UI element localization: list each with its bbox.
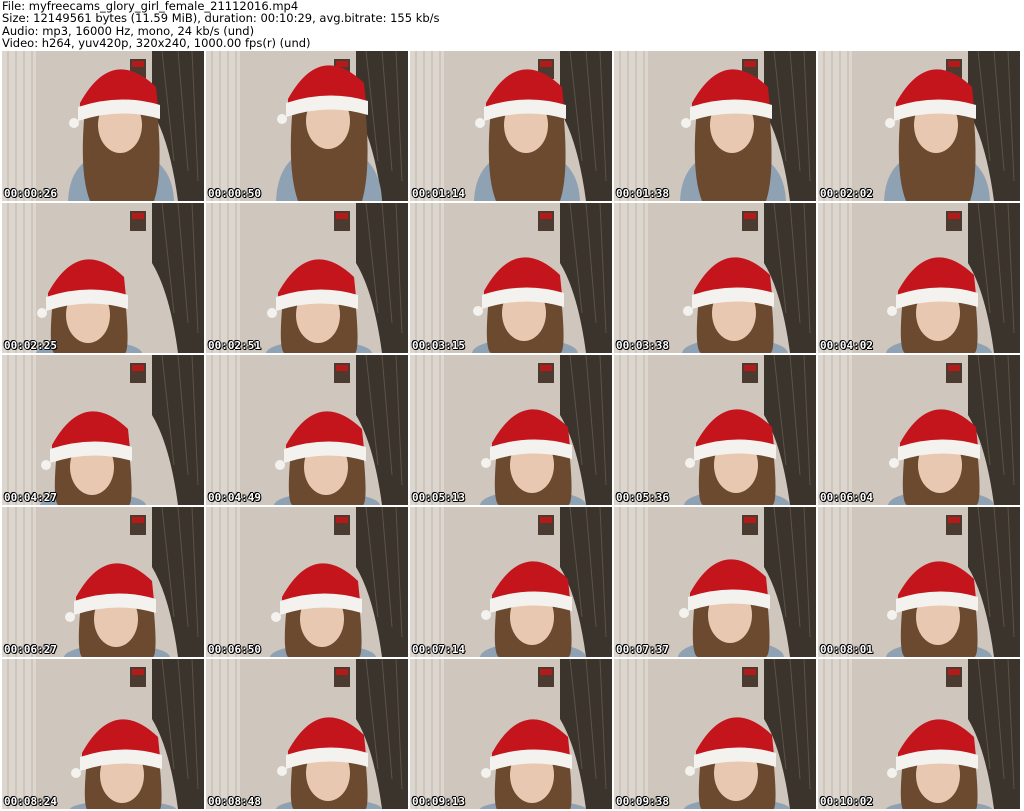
video-thumbnail: 00:06:04 (818, 355, 1020, 505)
thumbnail-frame-image (818, 203, 1020, 353)
thumbnail-timestamp: 00:06:27 (4, 643, 57, 656)
video-thumbnail: 00:04:02 (818, 203, 1020, 353)
video-thumbnail: 00:02:02 (818, 51, 1020, 201)
thumbnail-timestamp: 00:10:02 (820, 795, 873, 808)
video-thumbnail: 00:01:38 (614, 51, 816, 201)
thumbnail-frame-image (818, 355, 1020, 505)
thumbnail-timestamp: 00:01:14 (412, 187, 465, 200)
thumbnail-frame-image (410, 51, 612, 201)
thumbnail-frame-image (410, 659, 612, 809)
thumbnail-frame-image (818, 659, 1020, 809)
thumbnail-frame-image (410, 355, 612, 505)
video-thumbnail: 00:09:13 (410, 659, 612, 809)
thumbnail-frame-image (2, 659, 204, 809)
thumbnail-frame-image (206, 203, 408, 353)
video-thumbnail: 00:01:14 (410, 51, 612, 201)
thumbnail-timestamp: 00:01:38 (616, 187, 669, 200)
video-thumbnail: 00:02:25 (2, 203, 204, 353)
thumbnail-frame-image (614, 659, 816, 809)
thumbnail-timestamp: 00:04:27 (4, 491, 57, 504)
video-thumbnail: 00:00:50 (206, 51, 408, 201)
video-thumbnail: 00:08:48 (206, 659, 408, 809)
file-size-line: Size: 12149561 bytes (11.59 MiB), durati… (2, 11, 440, 26)
thumbnail-timestamp: 00:04:02 (820, 339, 873, 352)
video-thumbnail: 00:04:49 (206, 355, 408, 505)
thumbnail-frame-image (614, 507, 816, 657)
thumbnail-timestamp: 00:08:01 (820, 643, 873, 656)
thumbnail-grid: 00:00:26 00:00:50 00:01:14 00:01:38 00:02:02… (2, 51, 1022, 811)
thumbnail-timestamp: 00:00:26 (4, 187, 57, 200)
thumbnail-timestamp: 00:09:13 (412, 795, 465, 808)
video-thumbnail: 00:06:27 (2, 507, 204, 657)
thumbnail-frame-image (206, 507, 408, 657)
thumbnail-timestamp: 00:08:24 (4, 795, 57, 808)
video-thumbnail: 00:08:24 (2, 659, 204, 809)
thumbnail-timestamp: 00:04:49 (208, 491, 261, 504)
thumbnail-timestamp: 00:09:38 (616, 795, 669, 808)
thumbnail-frame-image (2, 507, 204, 657)
thumbnail-frame-image (614, 203, 816, 353)
video-thumbnail: 00:03:15 (410, 203, 612, 353)
thumbnail-timestamp: 00:03:15 (412, 339, 465, 352)
thumbnail-timestamp: 00:02:25 (4, 339, 57, 352)
thumbnail-timestamp: 00:02:51 (208, 339, 261, 352)
video-thumbnail: 00:10:02 (818, 659, 1020, 809)
video-thumbnail: 00:02:51 (206, 203, 408, 353)
thumbnail-timestamp: 00:07:37 (616, 643, 669, 656)
thumbnail-timestamp: 00:08:48 (208, 795, 261, 808)
video-thumbnail: 00:07:37 (614, 507, 816, 657)
thumbnail-frame-image (206, 355, 408, 505)
thumbnail-timestamp: 00:06:50 (208, 643, 261, 656)
thumbnail-frame-image (410, 507, 612, 657)
file-info-header: File: myfreecams_glory_girl_female_21112… (2, 0, 1022, 50)
video-info-line: Video: h264, yuv420p, 320x240, 1000.00 f… (2, 36, 311, 51)
thumbnail-frame-image (206, 51, 408, 201)
video-thumbnail: 00:08:01 (818, 507, 1020, 657)
thumbnail-timestamp: 00:07:14 (412, 643, 465, 656)
thumbnail-frame-image (206, 659, 408, 809)
thumbnail-timestamp: 00:02:02 (820, 187, 873, 200)
thumbnail-timestamp: 00:05:36 (616, 491, 669, 504)
thumbnail-frame-image (818, 507, 1020, 657)
thumbnail-timestamp: 00:03:38 (616, 339, 669, 352)
video-thumbnail: 00:05:36 (614, 355, 816, 505)
video-thumbnail: 00:09:38 (614, 659, 816, 809)
thumbnail-frame-image (2, 203, 204, 353)
thumbnail-frame-image (410, 203, 612, 353)
video-thumbnail: 00:05:13 (410, 355, 612, 505)
thumbnail-timestamp: 00:00:50 (208, 187, 261, 200)
thumbnail-timestamp: 00:06:04 (820, 491, 873, 504)
thumbnail-timestamp: 00:05:13 (412, 491, 465, 504)
video-thumbnail: 00:06:50 (206, 507, 408, 657)
thumbnail-frame-image (818, 51, 1020, 201)
thumbnail-frame-image (614, 355, 816, 505)
thumbnail-frame-image (2, 51, 204, 201)
video-thumbnail: 00:03:38 (614, 203, 816, 353)
thumbnail-frame-image (614, 51, 816, 201)
video-thumbnail: 00:07:14 (410, 507, 612, 657)
thumbnail-frame-image (2, 355, 204, 505)
video-thumbnail: 00:04:27 (2, 355, 204, 505)
video-thumbnail: 00:00:26 (2, 51, 204, 201)
